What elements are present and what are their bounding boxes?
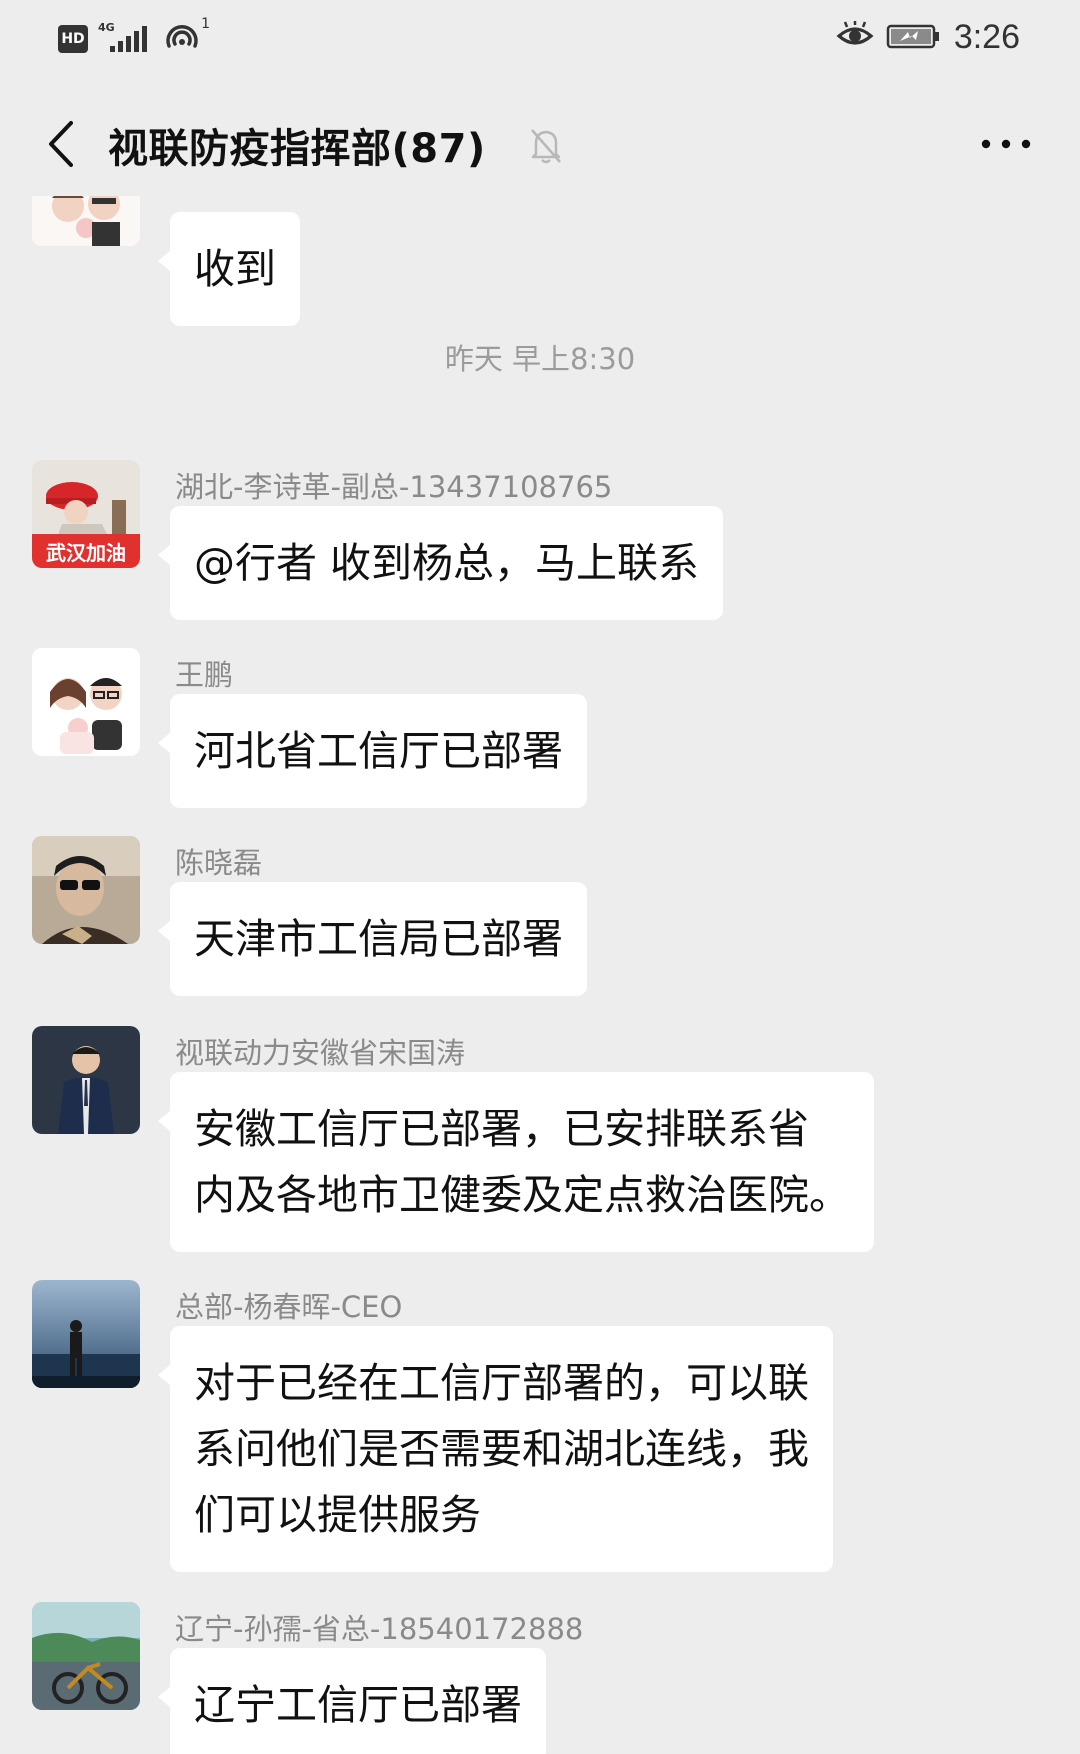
- message-text-line: 安徽工信厅已部署，已安排联系省: [194, 1105, 809, 1153]
- battery-charging-icon: [886, 21, 942, 55]
- sender-name: 王鹏: [175, 658, 234, 692]
- avatar[interactable]: [32, 1026, 140, 1134]
- message-bubble[interactable]: 天津市工信局已部署: [158, 882, 587, 996]
- status-bar: HD 4G 1 3:26: [0, 0, 1080, 84]
- chevron-left-icon: [49, 121, 73, 167]
- avatar[interactable]: 武汉加油: [32, 460, 140, 568]
- avatar[interactable]: [32, 648, 140, 756]
- more-button[interactable]: [976, 124, 1036, 164]
- avatar[interactable]: [32, 1280, 140, 1388]
- hotspot-icon: 1: [164, 16, 210, 56]
- avatar-badge: 武汉加油: [32, 534, 140, 568]
- signal-icon: 4G: [98, 22, 154, 56]
- avatar[interactable]: [32, 836, 140, 944]
- avatar[interactable]: [32, 1602, 140, 1710]
- mute-bell-icon: [528, 126, 564, 170]
- status-left: HD 4G 1: [58, 16, 210, 56]
- sender-name: 视联动力安徽省宋国涛: [175, 1036, 466, 1070]
- message-bubble[interactable]: 收到: [158, 212, 300, 326]
- chat-title[interactable]: 视联防疫指挥部(87): [108, 116, 486, 174]
- message-bubble[interactable]: 安徽工信厅已部署，已安排联系省 内及各地市卫健委及定点救治医院。: [158, 1072, 874, 1252]
- chat-header: 视联防疫指挥部(87): [0, 96, 1080, 196]
- message-text: 收到: [194, 245, 276, 293]
- chat-timestamp: 昨天 早上8:30: [444, 342, 636, 376]
- avatar[interactable]: [32, 196, 140, 246]
- status-right: 3:26: [836, 18, 1020, 57]
- more-dots-icon: [981, 139, 1031, 149]
- message-text: 河北省工信厅已部署: [194, 727, 563, 775]
- status-time: 3:26: [953, 18, 1020, 56]
- message-text: 天津市工信局已部署: [194, 915, 563, 963]
- message-bubble[interactable]: 对于已经在工信厅部署的，可以联 系问他们是否需要和湖北连线，我 们可以提供服务: [158, 1326, 833, 1572]
- eye-comfort-icon: [836, 20, 874, 55]
- back-button[interactable]: [30, 114, 90, 174]
- hd-badge: HD: [58, 25, 88, 53]
- message-bubble[interactable]: @行者 收到杨总，马上联系: [157, 506, 724, 620]
- hotspot-count: 1: [201, 16, 210, 32]
- chat-message-list[interactable]: 收到 昨天 早上8:30 武汉加油 湖北-李诗革-副总-13437108765 …: [0, 196, 1080, 1754]
- message-text-line: 们可以提供服务: [194, 1491, 481, 1539]
- message-text-line: 对于已经在工信厅部署的，可以联: [194, 1359, 809, 1407]
- message-text-line: 内及各地市卫健委及定点救治医院。: [194, 1171, 850, 1219]
- sender-name: 总部-杨春晖-CEO: [175, 1290, 403, 1324]
- message-bubble[interactable]: 河北省工信厅已部署: [158, 694, 587, 808]
- message-text: @行者 收到杨总，马上联系: [194, 539, 700, 587]
- message-text-line: 系问他们是否需要和湖北连线，我: [194, 1425, 809, 1473]
- message-bubble[interactable]: 辽宁工信厅已部署: [158, 1648, 546, 1754]
- sender-name: 湖北-李诗革-副总-13437108765: [175, 470, 613, 504]
- sender-name: 陈晓磊: [175, 846, 263, 880]
- sender-name: 辽宁-孙孺-省总-18540172888: [175, 1612, 584, 1646]
- message-text: 辽宁工信厅已部署: [194, 1681, 522, 1729]
